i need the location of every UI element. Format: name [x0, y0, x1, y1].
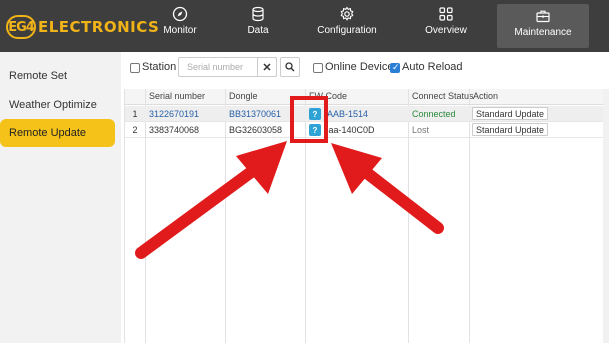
nav-data[interactable]: Data — [236, 6, 280, 46]
col-dongle: Dongle — [229, 91, 258, 101]
close-icon: ✕ — [262, 61, 272, 74]
database-icon — [252, 6, 264, 22]
search-button[interactable] — [280, 57, 300, 77]
standard-update-button[interactable]: Standard Update — [472, 123, 549, 136]
sidebar-item-remote-set[interactable]: Remote Set — [0, 62, 121, 90]
brand-logo[interactable]: EG4 ELECTRONICS — [6, 14, 159, 40]
standard-update-button[interactable]: Standard Update — [472, 107, 549, 120]
auto-reload-checkbox[interactable] — [390, 62, 400, 73]
device-table: Serial number Dongle FW Code Connect Sta… — [124, 89, 609, 343]
highlight-box — [290, 96, 328, 143]
sidebar-item-label: Weather Optimize — [9, 99, 97, 111]
serial-number-link[interactable]: 3122670191 — [149, 109, 199, 119]
sidebar: Remote Set Weather Optimize Remote Updat… — [0, 52, 121, 343]
sidebar-item-remote-update[interactable]: Remote Update — [0, 119, 115, 147]
dongle: BG32603058 — [229, 125, 283, 135]
gear-icon — [340, 6, 354, 21]
search-icon — [285, 62, 295, 72]
clear-button[interactable]: ✕ — [257, 57, 277, 77]
toolbox-icon — [536, 10, 550, 23]
nav-overview[interactable]: Overview — [420, 6, 472, 46]
logo-text: ELECTRONICS — [38, 18, 160, 36]
connect-status: Connected — [412, 109, 456, 119]
connect-status: Lost — [412, 125, 430, 135]
sidebar-item-weather-optimize[interactable]: Weather Optimize — [0, 91, 121, 119]
table-row[interactable]: 1 3122670191 BB31370061 ? -AAB-1514 Conn… — [125, 106, 609, 122]
compass-icon — [172, 6, 188, 22]
row-number: 2 — [132, 125, 138, 135]
station-checkbox[interactable] — [130, 63, 140, 73]
col-action: Action — [473, 91, 499, 101]
serial-number: 3383740068 — [149, 125, 200, 135]
online-device-checkbox[interactable] — [313, 63, 323, 73]
nav-label: Data — [247, 25, 269, 36]
table-scrollbar[interactable] — [603, 89, 609, 343]
sidebar-item-label: Remote Set — [9, 70, 68, 82]
table-row[interactable]: 2 3383740068 BG32603058 ? caa-140C0D Los… — [125, 122, 609, 138]
fw-code: caa-140C0D — [324, 125, 375, 135]
station-label: Station — [142, 61, 177, 73]
app-window: { "brand": { "logo_mark": "EG4", "logo_t… — [0, 0, 609, 343]
nav-monitor[interactable]: Monitor — [151, 6, 209, 46]
nav-configuration[interactable]: Configuration — [312, 6, 382, 46]
logo-mark: EG4 — [6, 15, 36, 39]
fw-code: -AAB-1514 — [324, 109, 369, 119]
grid-icon — [439, 7, 453, 21]
nav-label: Overview — [425, 25, 467, 36]
dongle-link[interactable]: BB31370061 — [229, 109, 281, 119]
row-number: 1 — [132, 109, 138, 119]
nav-maintenance[interactable]: Maintenance — [497, 4, 589, 48]
nav-label: Maintenance — [514, 27, 572, 38]
sidebar-item-label: Remote Update — [9, 127, 87, 139]
table-header: Serial number Dongle FW Code Connect Sta… — [125, 89, 609, 105]
top-nav-bar: EG4 ELECTRONICS Monitor Data Configurati… — [0, 0, 609, 52]
col-serial-number: Serial number — [149, 91, 206, 101]
nav-label: Configuration — [317, 25, 377, 36]
nav-label: Monitor — [163, 25, 197, 36]
col-connect-status: Connect Status — [412, 91, 474, 101]
auto-reload-label: Auto Reload — [402, 61, 463, 73]
online-device-label: Online Device — [325, 61, 394, 73]
